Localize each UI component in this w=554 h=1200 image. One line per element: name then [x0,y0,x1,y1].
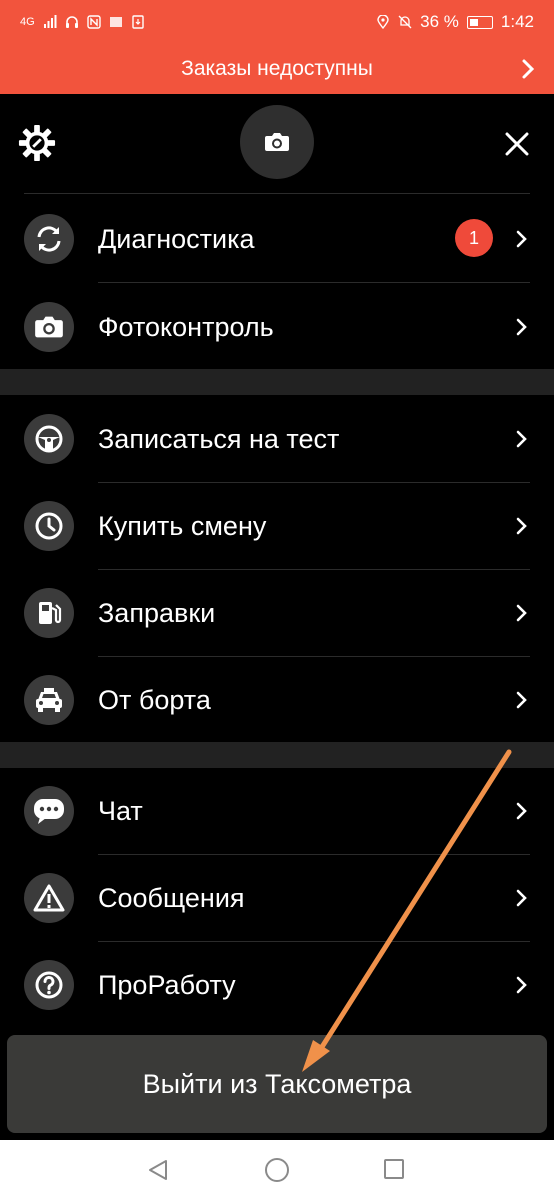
menu-item-buy-shift[interactable]: Купить смену [0,482,554,570]
nfc-icon [86,15,101,29]
clock-time: 1:42 [500,12,534,31]
back-triangle-icon[interactable] [146,1158,170,1182]
battery-percent: 36 % [420,12,459,31]
battery-icon [466,15,493,29]
menu-item-messages[interactable]: Сообщения [0,854,554,942]
menu-item-label: Заправки [98,598,216,628]
camera-button[interactable] [240,105,314,179]
fuel-icon [24,588,74,638]
chevron-right-icon [516,430,527,448]
chevron-right-icon [516,318,527,336]
sim-icon [131,15,144,29]
status-right: 36 % 1:42 [376,12,534,32]
menu-header [0,94,554,194]
notification-icon [109,17,122,27]
menu-item-label: Сообщения [98,883,245,913]
menu-item-signup-test[interactable]: Записаться на тест [0,395,554,483]
warning-icon [24,873,74,923]
section-separator [0,742,554,768]
steering-wheel-icon [24,414,74,464]
chevron-right-icon [516,604,527,622]
exit-button-label: Выйти из Таксометра [142,1068,412,1099]
menu-item-from-board[interactable]: От борта [0,656,554,744]
chevron-right-icon [516,889,527,907]
banner-text: Заказы недоступны [181,57,373,80]
home-circle-icon[interactable] [264,1157,290,1183]
menu-item-label: Фотоконтроль [98,312,274,342]
chevron-right-icon [516,517,527,535]
recent-apps-square-icon[interactable] [383,1158,405,1180]
headphones-icon [65,16,78,28]
exit-taximeter-button[interactable]: Выйти из Таксометра [7,1035,547,1133]
location-icon [377,15,389,29]
chevron-right-icon [522,59,535,79]
status-bar: 4G 36 % 1:42 [0,0,554,44]
camera-icon [24,302,74,352]
menu-item-diagnostics[interactable]: Диагностика 1 [0,195,554,283]
divider [24,193,530,194]
close-icon[interactable] [503,130,531,158]
signal-icon [43,15,57,28]
taxi-icon [24,675,74,725]
chevron-right-icon [516,976,527,994]
menu-item-label: Купить смену [98,511,267,541]
menu-item-label: Записаться на тест [98,424,340,454]
chevron-right-icon [516,691,527,709]
menu-item-label: ПроРаботу [98,970,236,1000]
menu-item-chat[interactable]: Чат [0,767,554,855]
menu-item-label: От борта [98,685,211,715]
menu-item-gas-stations[interactable]: Заправки [0,569,554,657]
orders-unavailable-banner[interactable]: Заказы недоступны [0,44,554,94]
status-left: 4G [20,15,145,29]
settings-gear-icon[interactable] [18,124,56,162]
notification-badge: 1 [455,219,493,257]
question-icon [24,960,74,1010]
camera-icon [265,133,289,151]
network-label: 4G [20,16,35,28]
system-nav-bar [0,1140,554,1200]
chat-icon [24,786,74,836]
menu-item-photocontrol[interactable]: Фотоконтроль [0,283,554,371]
section-separator [0,369,554,395]
mute-bell-icon [398,15,412,29]
menu-item-label: Чат [98,796,143,826]
chevron-right-icon [516,802,527,820]
menu-item-label: Диагностика [98,224,255,254]
clock-icon [24,501,74,551]
menu-item-prorabotu[interactable]: ПроРаботу [0,941,554,1029]
chevron-right-icon [516,230,527,248]
refresh-icon [24,214,74,264]
